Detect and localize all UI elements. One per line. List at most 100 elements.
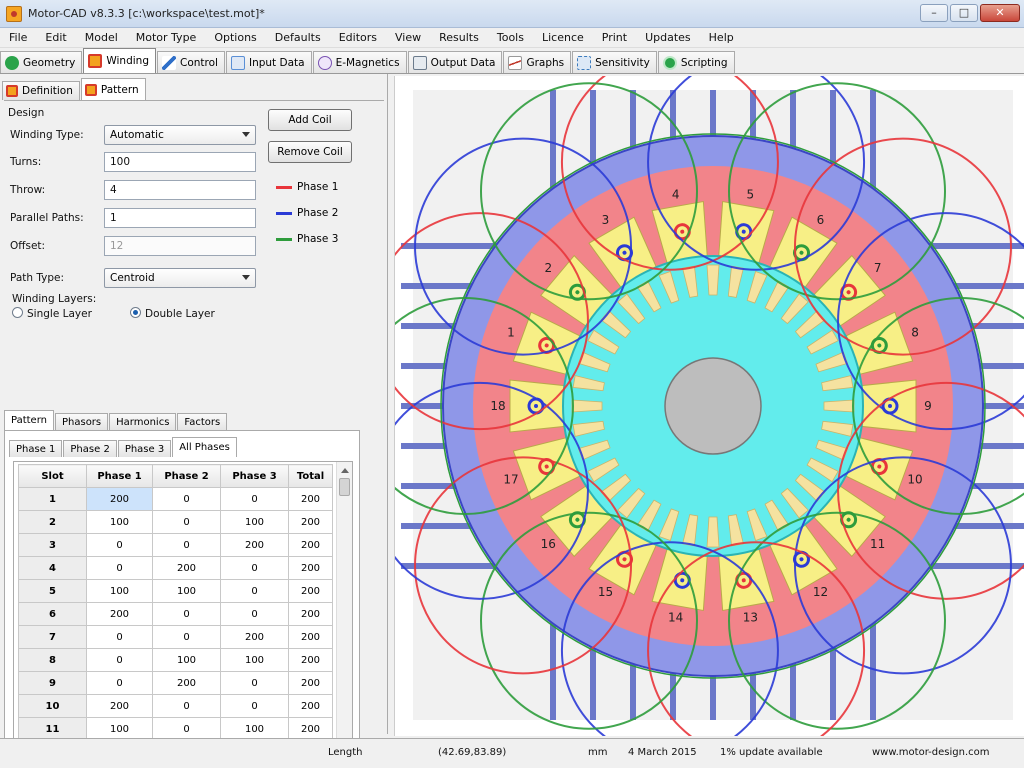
slot-cell[interactable]: 7 (18, 625, 87, 649)
table-cell[interactable]: 0 (86, 556, 153, 580)
scroll-thumb[interactable] (339, 478, 350, 496)
tab-phase-1[interactable]: Phase 1 (9, 440, 63, 457)
table-cell[interactable]: 0 (220, 579, 289, 603)
menu-print[interactable]: Print (593, 31, 636, 44)
table-cell[interactable]: 200 (86, 487, 153, 511)
table-cell[interactable]: 200 (288, 648, 333, 672)
close-button[interactable]: ✕ (980, 4, 1020, 22)
turns-field[interactable]: 100 (104, 152, 256, 172)
tab-geometry[interactable]: Geometry (0, 51, 83, 73)
tab-sensitivity[interactable]: Sensitivity (572, 51, 657, 73)
menu-motor-type[interactable]: Motor Type (127, 31, 206, 44)
throw-field[interactable]: 4 (104, 180, 256, 200)
tab-pattern[interactable]: Pattern (80, 78, 146, 100)
table-cell[interactable]: 0 (220, 694, 289, 718)
slot-cell[interactable]: 6 (18, 602, 87, 626)
menu-updates[interactable]: Updates (636, 31, 700, 44)
table-cell[interactable]: 0 (152, 694, 221, 718)
scroll-up-icon[interactable] (341, 468, 349, 473)
tab-all-phases[interactable]: All Phases (172, 437, 237, 457)
table-cell[interactable]: 0 (152, 510, 221, 534)
column-header[interactable]: Total (288, 464, 333, 488)
menu-view[interactable]: View (386, 31, 430, 44)
table-cell[interactable]: 200 (220, 625, 289, 649)
vertical-scrollbar[interactable] (336, 462, 352, 756)
slot-cell[interactable]: 2 (18, 510, 87, 534)
slot-cell[interactable]: 8 (18, 648, 87, 672)
add-coil-button[interactable]: Add Coil (268, 109, 352, 131)
tab-scripting[interactable]: Scripting (657, 51, 735, 73)
tab-winding[interactable]: Winding (83, 48, 156, 73)
table-cell[interactable]: 200 (288, 510, 333, 534)
table-cell[interactable]: 0 (152, 533, 221, 557)
table-cell[interactable]: 0 (220, 671, 289, 695)
double-layer-radio[interactable]: Double Layer (130, 307, 215, 320)
table-cell[interactable]: 200 (288, 694, 333, 718)
table-cell[interactable]: 200 (86, 694, 153, 718)
maximize-button[interactable]: □ (950, 4, 978, 22)
table-cell[interactable]: 100 (220, 648, 289, 672)
tab-phase-3[interactable]: Phase 3 (117, 440, 172, 457)
menu-model[interactable]: Model (76, 31, 127, 44)
column-header[interactable]: Phase 3 (220, 464, 289, 488)
tab-e-magnetics[interactable]: E-Magnetics (312, 51, 407, 73)
tab-definition[interactable]: Definition (2, 81, 80, 100)
menu-results[interactable]: Results (430, 31, 488, 44)
table-cell[interactable]: 0 (86, 533, 153, 557)
table-cell[interactable]: 0 (152, 602, 221, 626)
table-cell[interactable]: 200 (288, 487, 333, 511)
table-cell[interactable]: 200 (152, 556, 221, 580)
table-cell[interactable]: 0 (220, 602, 289, 626)
minimize-button[interactable]: – (920, 4, 948, 22)
table-cell[interactable]: 0 (220, 487, 289, 511)
table-cell[interactable]: 200 (288, 602, 333, 626)
tab-harmonics[interactable]: Harmonics (109, 413, 177, 430)
tab-factors[interactable]: Factors (177, 413, 228, 430)
menu-options[interactable]: Options (205, 31, 265, 44)
table-cell[interactable]: 0 (86, 648, 153, 672)
tab-input-data[interactable]: Input Data (225, 51, 312, 73)
table-cell[interactable]: 100 (86, 579, 153, 603)
slot-cell[interactable]: 5 (18, 579, 87, 603)
tab-control[interactable]: Control (157, 51, 225, 73)
tab-graphs[interactable]: Graphs (503, 51, 572, 73)
status-updates[interactable]: 1% update available (720, 747, 823, 758)
remove-coil-button[interactable]: Remove Coil (268, 141, 352, 163)
slot-cell[interactable]: 9 (18, 671, 87, 695)
table-cell[interactable]: 200 (86, 602, 153, 626)
tab-output-data[interactable]: Output Data (407, 51, 503, 73)
table-cell[interactable]: 0 (86, 625, 153, 649)
slot-cell[interactable]: 1 (18, 487, 87, 511)
tab-pattern-lower[interactable]: Pattern (4, 410, 54, 430)
table-cell[interactable]: 100 (152, 648, 221, 672)
table-cell[interactable]: 200 (288, 556, 333, 580)
tab-phase-2[interactable]: Phase 2 (63, 440, 117, 457)
tab-phasors[interactable]: Phasors (54, 413, 109, 430)
menu-tools[interactable]: Tools (488, 31, 533, 44)
table-cell[interactable]: 200 (152, 671, 221, 695)
table-cell[interactable]: 200 (288, 533, 333, 557)
table-cell[interactable]: 0 (220, 556, 289, 580)
table-cell[interactable]: 200 (288, 671, 333, 695)
status-website[interactable]: www.motor-design.com (872, 747, 990, 758)
slot-cell[interactable]: 4 (18, 556, 87, 580)
menu-licence[interactable]: Licence (533, 31, 593, 44)
table-cell[interactable]: 0 (152, 487, 221, 511)
column-header[interactable]: Phase 1 (86, 464, 153, 488)
menu-edit[interactable]: Edit (36, 31, 75, 44)
single-layer-radio[interactable]: Single Layer (12, 307, 92, 320)
menu-editors[interactable]: Editors (330, 31, 386, 44)
slot-cell[interactable]: 10 (18, 694, 87, 718)
table-cell[interactable]: 200 (288, 579, 333, 603)
table-cell[interactable]: 200 (288, 625, 333, 649)
table-cell[interactable]: 100 (220, 510, 289, 534)
column-header[interactable]: Phase 2 (152, 464, 221, 488)
menu-help[interactable]: Help (700, 31, 743, 44)
table-cell[interactable]: 100 (86, 510, 153, 534)
parallel-paths-field[interactable]: 1 (104, 208, 256, 228)
table-cell[interactable]: 100 (152, 579, 221, 603)
winding-type-select[interactable]: Automatic (104, 125, 256, 145)
path-type-select[interactable]: Centroid (104, 268, 256, 288)
slot-cell[interactable]: 3 (18, 533, 87, 557)
table-cell[interactable]: 0 (152, 625, 221, 649)
